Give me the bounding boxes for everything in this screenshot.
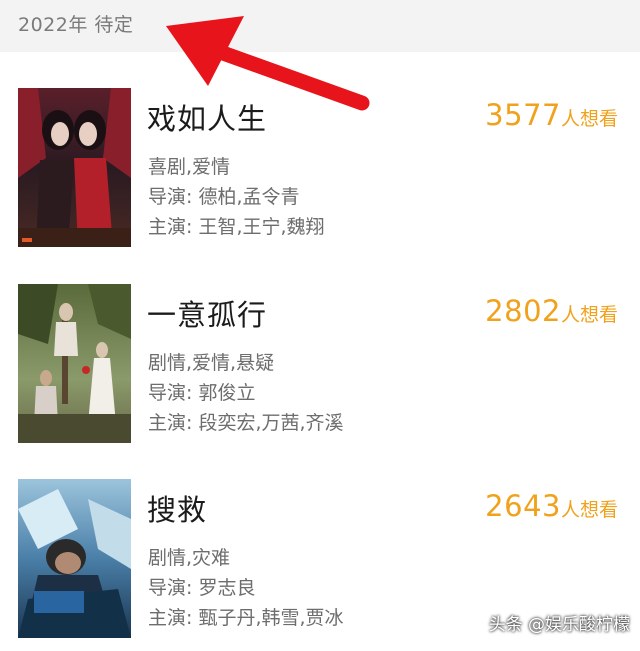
movie-genres: 喜剧,爱情 bbox=[148, 156, 231, 178]
movie-title[interactable]: 一意孤行 bbox=[147, 292, 267, 334]
section-title: 2022年 待定 bbox=[18, 14, 134, 36]
movie-director: 导演: 郭俊立 bbox=[148, 382, 256, 404]
want-count-label: 人想看 bbox=[560, 304, 618, 326]
section-header: 2022年 待定 bbox=[0, 0, 640, 52]
movie-title[interactable]: 搜救 bbox=[147, 487, 207, 529]
want-to-see-count: 2802人想看 bbox=[485, 294, 618, 328]
want-count-label: 人想看 bbox=[560, 499, 618, 521]
movie-director: 导演: 罗志良 bbox=[148, 577, 256, 599]
movie-director: 导演: 德柏,孟令青 bbox=[148, 186, 300, 208]
movie-genres: 剧情,灾难 bbox=[148, 547, 231, 569]
movie-title[interactable]: 戏如人生 bbox=[147, 96, 267, 138]
movie-cast: 主演: 段奕宏,万茜,齐溪 bbox=[148, 412, 344, 434]
want-to-see-count: 3577人想看 bbox=[485, 98, 618, 132]
want-count-number: 2802 bbox=[485, 294, 561, 328]
movie-cast: 主演: 王智,王宁,魏翔 bbox=[148, 216, 325, 238]
movie-item[interactable]: 一意孤行 剧情,爱情,悬疑 导演: 郭俊立 主演: 段奕宏,万茜,齐溪 2802… bbox=[0, 284, 640, 444]
movie-genres: 剧情,爱情,悬疑 bbox=[148, 352, 275, 374]
want-count-number: 3577 bbox=[485, 98, 561, 132]
movie-poster[interactable] bbox=[18, 88, 131, 247]
want-to-see-count: 2643人想看 bbox=[485, 489, 618, 523]
want-count-number: 2643 bbox=[485, 489, 561, 523]
movie-poster[interactable] bbox=[18, 284, 131, 443]
movie-item[interactable]: 戏如人生 喜剧,爱情 导演: 德柏,孟令青 主演: 王智,王宁,魏翔 3577人… bbox=[0, 88, 640, 248]
want-count-label: 人想看 bbox=[560, 108, 618, 130]
movie-cast: 主演: 甄子丹,韩雪,贾冰 bbox=[148, 607, 344, 629]
source-watermark: 头条 @娱乐酸柠檬 bbox=[488, 615, 630, 635]
movie-poster[interactable] bbox=[18, 479, 131, 638]
